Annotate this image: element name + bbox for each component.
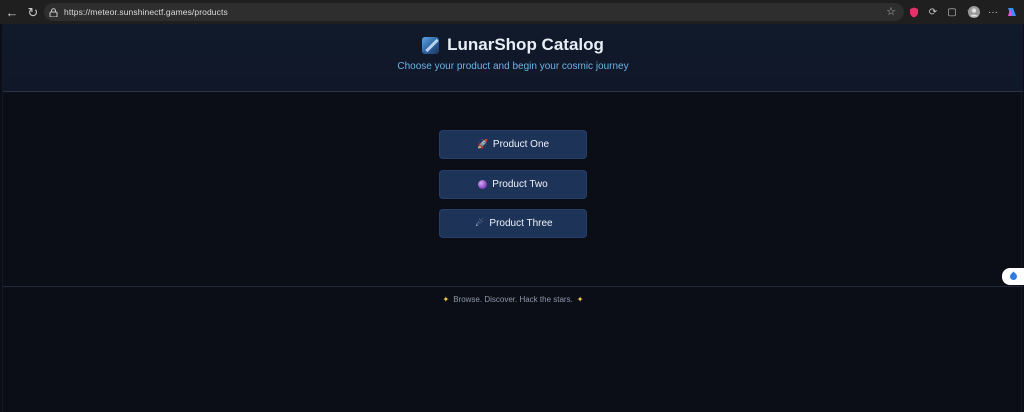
- footer-divider: [3, 286, 1023, 287]
- collections-icon[interactable]: ▢: [944, 4, 960, 20]
- planet-icon: [478, 179, 488, 189]
- rocket-icon: 🚀: [477, 139, 489, 149]
- profile-avatar[interactable]: [966, 4, 982, 20]
- lock-icon[interactable]: [49, 8, 58, 17]
- address-bar[interactable]: https://meteor.sunshinectf.games/product…: [44, 3, 904, 21]
- page-subtitle: Choose your product and begin your cosmi…: [397, 61, 629, 72]
- copilot-icon[interactable]: [1004, 4, 1020, 20]
- product-label: Product Three: [489, 218, 553, 229]
- product-label: Product One: [492, 139, 550, 150]
- browser-toolbar: ← ↻ https://meteor.sunshinectf.games/pro…: [0, 0, 1024, 24]
- droplet-icon: [1008, 271, 1018, 282]
- page-footer: ✦ Browse. Discover. Hack the stars. ✦: [3, 295, 1023, 304]
- product-list: 🚀 Product One Product Two ☄ Product Thre…: [439, 130, 587, 249]
- product-button-three[interactable]: ☄ Product Three: [439, 209, 587, 238]
- page-header: LunarShop Catalog Choose your product an…: [3, 24, 1023, 92]
- product-button-two[interactable]: Product Two: [439, 169, 587, 199]
- back-icon[interactable]: ←: [2, 2, 22, 22]
- side-widget-button[interactable]: [1002, 268, 1024, 285]
- comet-icon: ☄: [475, 218, 484, 228]
- sparkle-icon: ✦: [442, 295, 450, 304]
- comet-logo-icon: [422, 36, 440, 54]
- shield-extension-icon[interactable]: [906, 4, 922, 20]
- reload-icon[interactable]: ↻: [23, 2, 43, 22]
- sparkle-icon: ✦: [576, 295, 584, 304]
- extension-icon[interactable]: ⟳: [925, 4, 941, 20]
- star-icon[interactable]: ☆: [886, 5, 896, 18]
- product-button-one[interactable]: 🚀 Product One: [439, 130, 587, 159]
- more-icon[interactable]: ···: [985, 4, 1001, 20]
- product-label: Product Two: [492, 178, 548, 190]
- url-text[interactable]: https://meteor.sunshinectf.games/product…: [64, 7, 228, 17]
- page-viewport: LunarShop Catalog Choose your product an…: [2, 24, 1023, 412]
- page-title: LunarShop Catalog: [447, 35, 604, 54]
- footer-text: Browse. Discover. Hack the stars.: [453, 295, 573, 304]
